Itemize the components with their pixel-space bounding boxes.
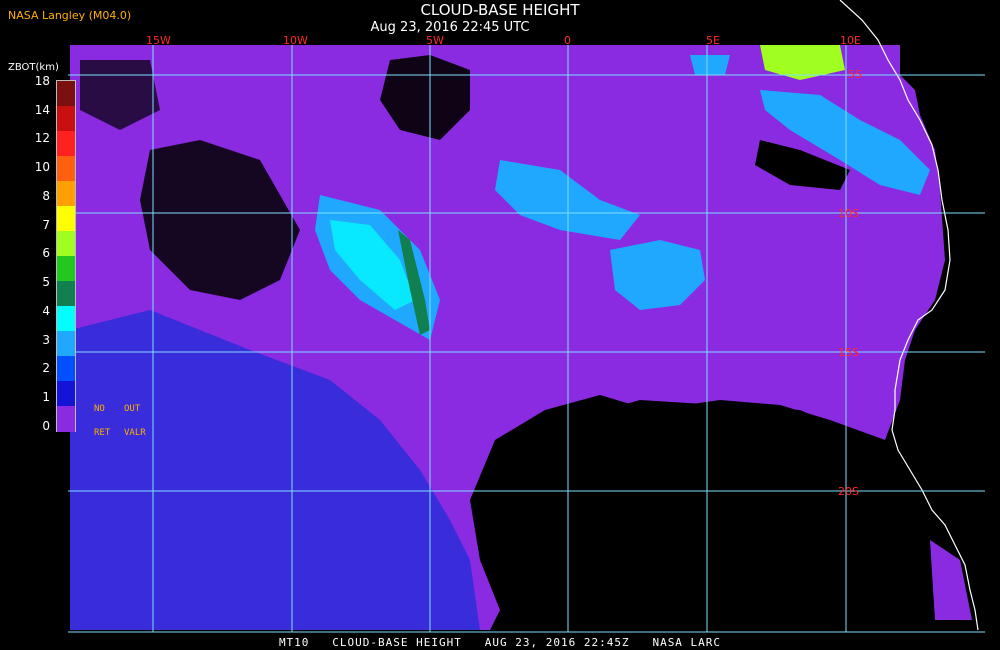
color-scale-segment <box>57 106 75 132</box>
observation-time: Aug 23, 2016 22:45 UTC <box>370 20 530 35</box>
legend-no-ret-top: NO <box>94 404 105 414</box>
lat-label: 5S <box>848 68 862 81</box>
legend-out-valr-top: OUT <box>124 404 141 414</box>
color-scale-segment <box>57 331 75 357</box>
color-scale-segment <box>57 406 75 432</box>
legend-tick-label: 4 <box>42 303 50 318</box>
cloud-base-map: 15W 10W 5W 0 5E 10E 5S 10S 15S 20S <box>0 0 1000 650</box>
legend-no-ret-bottom: RET <box>94 428 111 438</box>
lon-label: 10E <box>840 34 861 47</box>
legend-tick-label: 1 <box>42 390 50 405</box>
legend-tick-label: 0 <box>42 418 50 433</box>
lon-label: 10W <box>283 34 308 47</box>
color-scale-segment <box>57 81 75 107</box>
color-scale-segment <box>57 131 75 157</box>
lon-label: 5W <box>426 34 444 47</box>
lat-label: 15S <box>838 346 859 359</box>
lat-label: 20S <box>838 485 859 498</box>
legend-tick-label: 5 <box>42 275 50 290</box>
color-scale-segment <box>57 281 75 307</box>
color-scale-segment <box>57 381 75 407</box>
color-scale-segment <box>57 256 75 282</box>
lat-label: 10S <box>838 207 859 220</box>
clear-sky-gap <box>495 400 890 630</box>
lon-label: 0 <box>564 34 571 47</box>
lon-label: 15W <box>146 34 171 47</box>
color-scale-bar <box>56 80 76 432</box>
legend-tick-label: 7 <box>42 217 50 232</box>
legend-tick-label: 8 <box>42 188 50 203</box>
color-scale-segment <box>57 356 75 382</box>
legend-tick-label: 14 <box>34 102 50 117</box>
cloud-patch-mid <box>690 55 730 75</box>
footer-caption: MT10 CLOUD-BASE HEIGHT AUG 23, 2016 22:4… <box>278 636 722 649</box>
legend-out-valr-bottom: VALR <box>124 428 146 438</box>
color-scale-segment <box>57 206 75 232</box>
legend-tick-label: 10 <box>34 160 50 175</box>
color-scale-segment <box>57 156 75 182</box>
legend-title: ZBOT(km) <box>8 62 59 73</box>
legend-tick-label: 6 <box>42 246 50 261</box>
legend-tick-label: 18 <box>34 74 50 88</box>
lon-label: 5E <box>706 34 720 47</box>
color-scale-segment <box>57 231 75 257</box>
color-scale-segment <box>57 181 75 207</box>
color-scale-segment <box>57 306 75 332</box>
legend-tick-label: 3 <box>42 332 50 347</box>
legend-tick-label: 2 <box>42 361 50 376</box>
legend-tick-label: 12 <box>34 131 50 146</box>
product-title: CLOUD-BASE HEIGHT <box>420 1 580 19</box>
